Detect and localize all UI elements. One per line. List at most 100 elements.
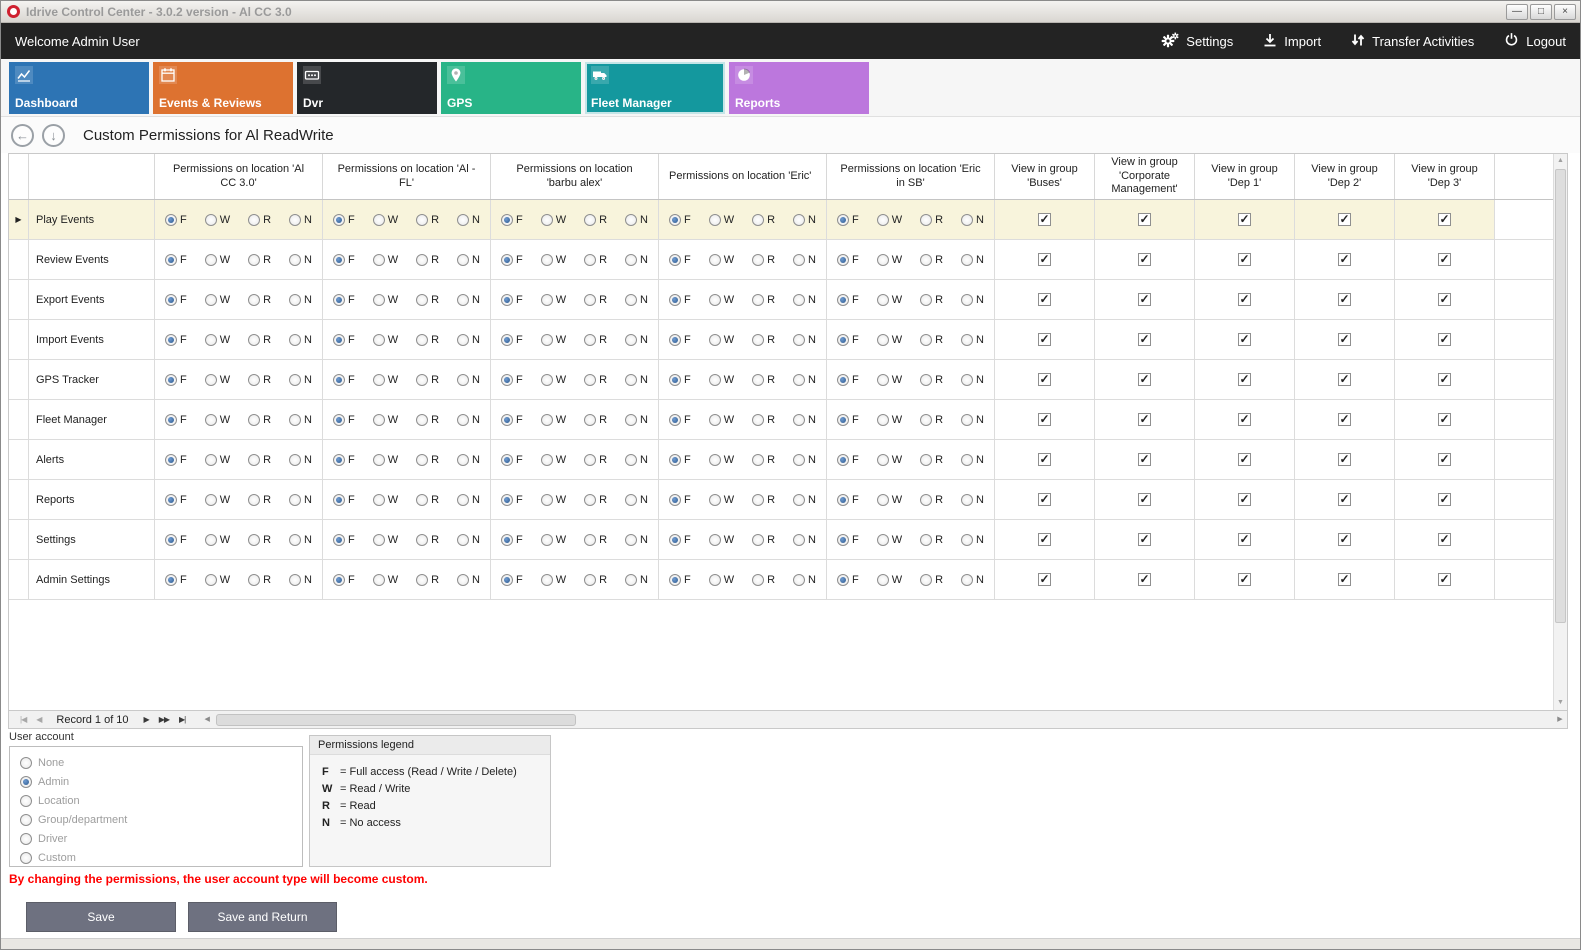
radio-icon[interactable] [752,494,764,506]
radio-icon[interactable] [165,454,177,466]
radio-icon[interactable] [709,254,721,266]
permission-radio-n[interactable]: N [961,294,984,306]
permission-radio-f[interactable]: F [165,414,187,426]
view-in-group-checkbox[interactable]: ✓ [1338,333,1351,346]
radio-icon[interactable] [625,414,637,426]
permission-radio-w[interactable]: W [709,254,734,266]
permission-radio-r[interactable]: R [248,574,271,586]
permission-radio-f[interactable]: F [669,294,691,306]
radio-icon[interactable] [625,534,637,546]
column-header[interactable]: View in group 'Corporate Management' [1095,154,1195,199]
permission-radio-f[interactable]: F [333,414,355,426]
logout-action[interactable]: Logout [1504,32,1566,50]
view-in-group-checkbox[interactable]: ✓ [1438,493,1451,506]
grid-row[interactable]: Fleet ManagerFWRNFWRNFWRNFWRNFWRN✓✓✓✓✓ [9,400,1553,440]
permission-radio-n[interactable]: N [625,574,648,586]
radio-icon[interactable] [669,534,681,546]
radio-icon[interactable] [877,494,889,506]
permission-radio-f[interactable]: F [501,414,523,426]
radio-icon[interactable] [248,254,260,266]
radio-icon[interactable] [205,494,217,506]
permission-radio-f[interactable]: F [501,374,523,386]
permission-radio-n[interactable]: N [625,294,648,306]
permission-radio-w[interactable]: W [709,534,734,546]
permission-radio-r[interactable]: R [584,454,607,466]
permission-radio-w[interactable]: W [877,494,902,506]
radio-icon[interactable] [248,454,260,466]
radio-icon[interactable] [584,374,596,386]
radio-icon[interactable] [501,334,513,346]
radio-icon[interactable] [793,454,805,466]
view-in-group-checkbox[interactable]: ✓ [1238,373,1251,386]
permission-radio-n[interactable]: N [457,494,480,506]
scroll-down-icon[interactable]: ▼ [1554,696,1567,710]
radio-icon[interactable] [205,214,217,226]
view-in-group-checkbox[interactable]: ✓ [1138,293,1151,306]
radio-icon[interactable] [248,334,260,346]
permission-radio-r[interactable]: R [920,414,943,426]
radio-icon[interactable] [248,214,260,226]
permission-radio-n[interactable]: N [961,414,984,426]
radio-icon[interactable] [289,294,301,306]
radio-icon[interactable] [920,294,932,306]
permission-radio-r[interactable]: R [248,214,271,226]
radio-icon[interactable] [625,494,637,506]
tab-gps[interactable]: GPS [441,62,581,114]
radio-icon[interactable] [541,254,553,266]
permission-radio-f[interactable]: F [165,574,187,586]
radio-icon[interactable] [541,534,553,546]
radio-icon[interactable] [752,534,764,546]
permission-radio-f[interactable]: F [669,574,691,586]
view-in-group-checkbox[interactable]: ✓ [1238,493,1251,506]
permission-radio-r[interactable]: R [416,574,439,586]
permission-radio-w[interactable]: W [709,294,734,306]
permission-radio-w[interactable]: W [205,254,230,266]
radio-icon[interactable] [416,294,428,306]
radio-icon[interactable] [669,214,681,226]
radio-icon[interactable] [669,454,681,466]
save-and-return-button[interactable]: Save and Return [188,902,337,932]
radio-icon[interactable] [584,574,596,586]
radio-icon[interactable] [165,534,177,546]
radio-icon[interactable] [584,414,596,426]
permission-radio-n[interactable]: N [457,214,480,226]
permission-radio-f[interactable]: F [165,254,187,266]
permission-radio-w[interactable]: W [541,574,566,586]
permission-radio-f[interactable]: F [669,334,691,346]
permission-radio-r[interactable]: R [752,294,775,306]
permission-radio-f[interactable]: F [165,454,187,466]
tab-dvr[interactable]: Dvr [297,62,437,114]
radio-icon[interactable] [837,534,849,546]
radio-icon[interactable] [709,494,721,506]
permission-radio-r[interactable]: R [248,494,271,506]
grid-row[interactable]: ▶Play EventsFWRNFWRNFWRNFWRNFWRN✓✓✓✓✓ [9,200,1553,240]
view-in-group-checkbox[interactable]: ✓ [1138,253,1151,266]
permission-radio-r[interactable]: R [248,294,271,306]
view-in-group-checkbox[interactable]: ✓ [1138,573,1151,586]
permission-radio-r[interactable]: R [416,534,439,546]
radio-icon[interactable] [625,214,637,226]
permission-radio-r[interactable]: R [248,374,271,386]
grid-row[interactable]: Export EventsFWRNFWRNFWRNFWRNFWRN✓✓✓✓✓ [9,280,1553,320]
radio-icon[interactable] [961,494,973,506]
permission-radio-n[interactable]: N [961,214,984,226]
permission-radio-w[interactable]: W [373,454,398,466]
radio-icon[interactable] [248,534,260,546]
user-account-option-driver[interactable]: Driver [20,829,292,848]
permission-radio-w[interactable]: W [205,414,230,426]
radio-icon[interactable] [837,254,849,266]
radio-icon[interactable] [20,833,32,845]
permission-radio-w[interactable]: W [373,574,398,586]
view-in-group-checkbox[interactable]: ✓ [1038,533,1051,546]
radio-icon[interactable] [920,214,932,226]
radio-icon[interactable] [289,214,301,226]
radio-icon[interactable] [669,414,681,426]
permission-radio-w[interactable]: W [541,334,566,346]
radio-icon[interactable] [248,494,260,506]
view-in-group-checkbox[interactable]: ✓ [1038,253,1051,266]
user-account-option-group-department[interactable]: Group/department [20,810,292,829]
radio-icon[interactable] [541,334,553,346]
permission-radio-r[interactable]: R [584,214,607,226]
radio-icon[interactable] [248,374,260,386]
column-header[interactable]: View in group 'Dep 2' [1295,154,1395,199]
